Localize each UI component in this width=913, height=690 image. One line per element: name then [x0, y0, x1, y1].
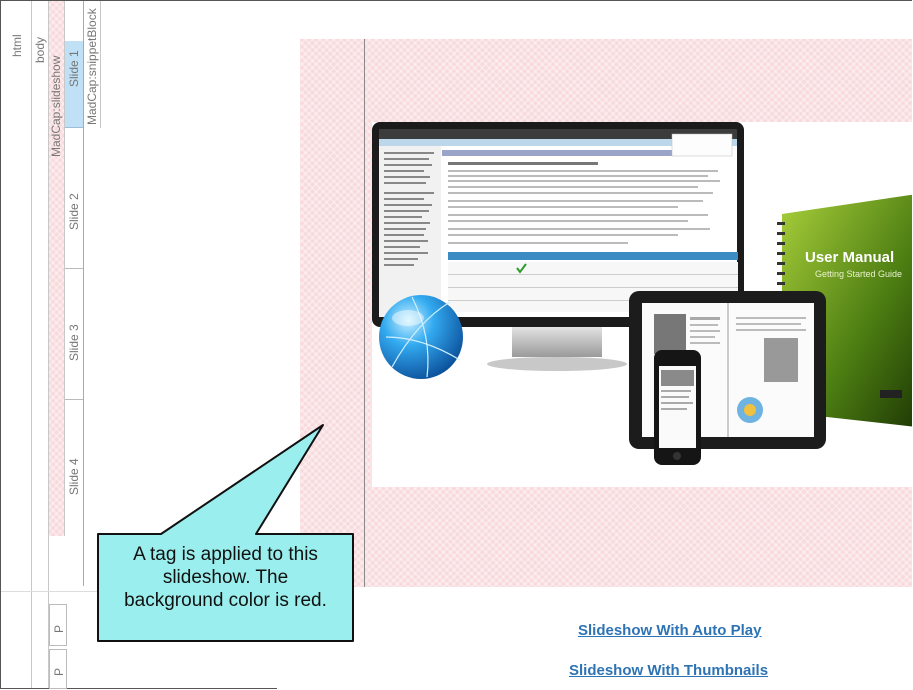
globe-icon	[379, 295, 463, 379]
slide-4-segment[interactable]: Slide 4	[65, 400, 83, 586]
slide-1-segment[interactable]: Slide 1	[65, 41, 83, 128]
callout-line-1: A tag is applied to this	[133, 544, 318, 565]
slide-image[interactable]: User Manual Getting Started Guide	[372, 122, 912, 487]
slideshow-left-edge	[364, 39, 365, 587]
paragraph-marker-2[interactable]: P	[49, 649, 67, 689]
slide-4-label: Slide 4	[67, 458, 81, 495]
slide-bar: Slide 1 Slide 2 Slide 3 Slide 4	[65, 1, 84, 586]
callout-line-2: slideshow. The	[162, 567, 289, 588]
slideshow-thumbnails-link[interactable]: Slideshow With Thumbnails	[569, 662, 768, 679]
slide-2-segment[interactable]: Slide 2	[65, 128, 83, 269]
manual-title: User Manual	[805, 249, 895, 266]
paragraph-marker-2-label: P	[52, 667, 66, 676]
slide-3-segment[interactable]: Slide 3	[65, 269, 83, 400]
slideshow-container[interactable]: User Manual Getting Started Guide	[300, 39, 912, 587]
paragraph-marker-1[interactable]: P	[49, 604, 67, 646]
manual-subtitle: Getting Started Guide	[815, 269, 903, 279]
slide-2-label: Slide 2	[67, 193, 81, 230]
editor-frame: html body MadCap:slideshow Slide 1 Slide…	[0, 0, 913, 690]
html-bar-label: html	[10, 34, 24, 57]
devices-illustration	[372, 122, 912, 465]
slide-1-label: Slide 1	[67, 50, 81, 87]
body-bar-label: body	[33, 36, 47, 63]
html-bar[interactable]: html	[1, 1, 32, 688]
slide-3-label: Slide 3	[67, 324, 81, 361]
snippet-block-bar[interactable]: MadCap:snippetBlock	[84, 1, 101, 128]
slideshow-bar-label: MadCap:slideshow	[49, 55, 63, 157]
paragraph-marker-1-label: P	[52, 624, 66, 633]
callout-line-3: background color is red.	[124, 590, 327, 611]
slideshow-auto-play-link[interactable]: Slideshow With Auto Play	[578, 622, 762, 639]
body-bar[interactable]: body	[32, 1, 49, 688]
callout-text: A tag is applied to this slideshow. The …	[100, 543, 351, 612]
snippet-block-label: MadCap:snippetBlock	[85, 8, 99, 125]
phone-icon	[654, 350, 701, 465]
slideshow-bar[interactable]: MadCap:slideshow	[49, 1, 65, 536]
